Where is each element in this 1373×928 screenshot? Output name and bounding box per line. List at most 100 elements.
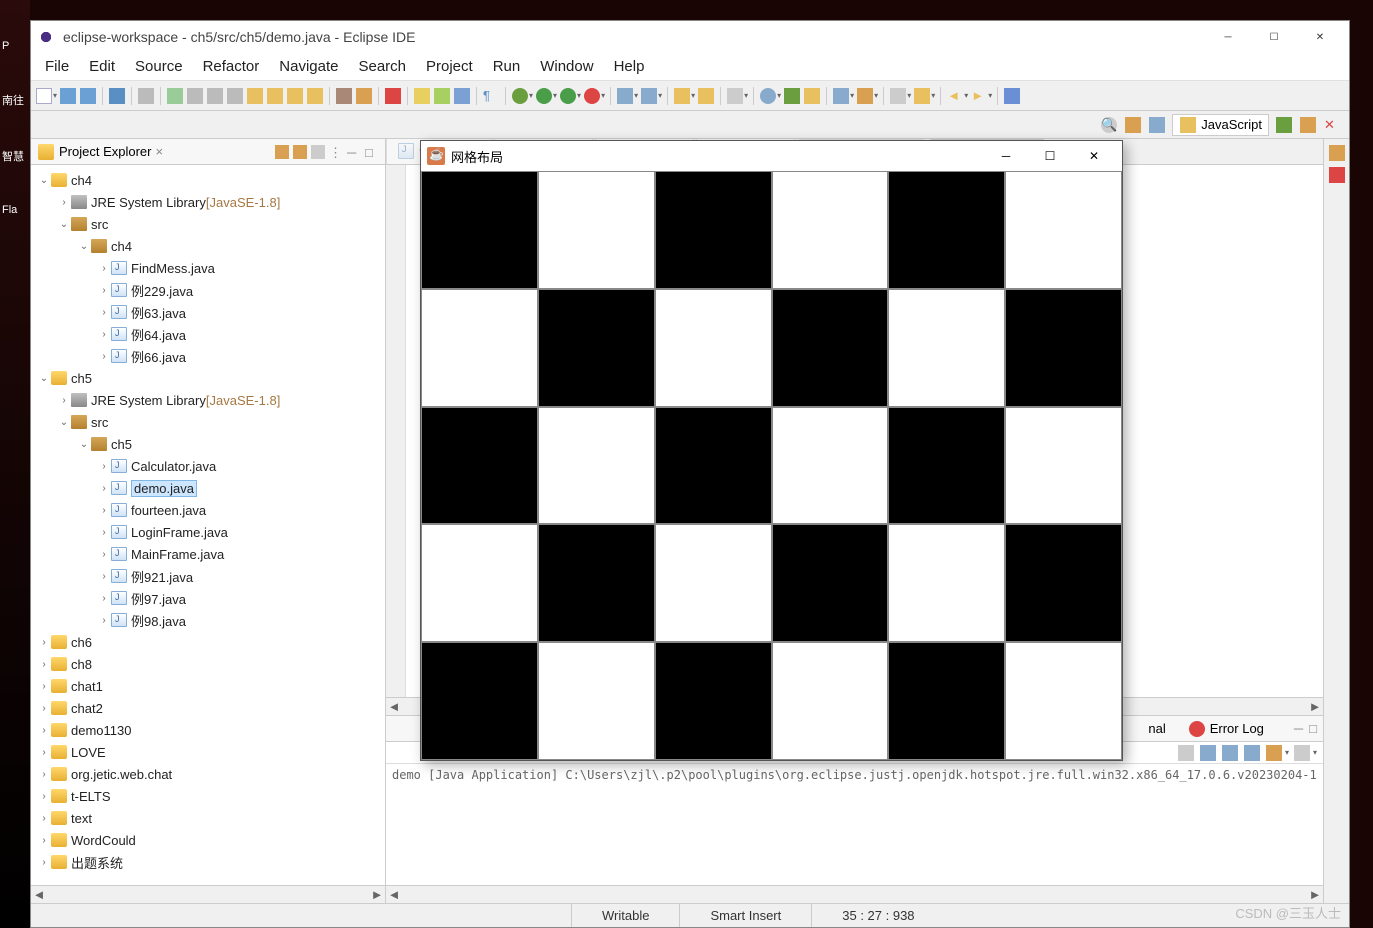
git-perspective-icon[interactable] bbox=[1300, 117, 1316, 133]
menu-navigate[interactable]: Navigate bbox=[271, 54, 346, 79]
twisty-icon[interactable]: › bbox=[97, 329, 111, 340]
menu-run[interactable]: Run bbox=[485, 54, 529, 79]
scroll-left-icon[interactable]: ◄ bbox=[31, 887, 47, 902]
tree-node[interactable]: ⌄ch4 bbox=[31, 169, 385, 191]
twisty-icon[interactable]: › bbox=[37, 791, 51, 802]
scroll-right-icon[interactable]: ► bbox=[1307, 887, 1323, 902]
tree-node[interactable]: ›Calculator.java bbox=[31, 455, 385, 477]
terminal-icon[interactable] bbox=[109, 88, 125, 104]
close-perspective-icon[interactable]: ✕ bbox=[1324, 117, 1340, 133]
twisty-icon[interactable]: › bbox=[37, 725, 51, 736]
scroll-left-icon[interactable]: ◄ bbox=[386, 887, 402, 902]
menu-file[interactable]: File bbox=[37, 54, 77, 79]
tree-node[interactable]: ›例64.java bbox=[31, 323, 385, 345]
title-bar[interactable]: eclipse-workspace - ch5/src/ch5/demo.jav… bbox=[31, 21, 1349, 53]
paragraph-icon[interactable]: ¶ bbox=[483, 88, 499, 104]
twisty-icon[interactable]: ⌄ bbox=[57, 219, 71, 230]
tree-node[interactable]: ›出题系统 bbox=[31, 851, 385, 873]
web-icon[interactable] bbox=[760, 88, 776, 104]
twisty-icon[interactable]: › bbox=[97, 505, 111, 516]
step-return-icon[interactable] bbox=[287, 88, 303, 104]
twisty-icon[interactable]: ⌄ bbox=[77, 439, 91, 450]
open-type-icon[interactable] bbox=[674, 88, 690, 104]
save-all-icon[interactable] bbox=[80, 88, 96, 104]
tree-node[interactable]: ›text bbox=[31, 807, 385, 829]
bookmark-icon[interactable] bbox=[914, 88, 930, 104]
twisty-icon[interactable]: › bbox=[97, 461, 111, 472]
twisty-icon[interactable]: › bbox=[97, 549, 111, 560]
tree-node[interactable]: ⌄ch4 bbox=[31, 235, 385, 257]
twisty-icon[interactable]: › bbox=[97, 307, 111, 318]
open-task-icon[interactable] bbox=[698, 88, 714, 104]
close-button[interactable]: ✕ bbox=[1297, 22, 1343, 52]
search-global-icon[interactable]: 🔍 bbox=[1101, 117, 1117, 133]
link-icon[interactable] bbox=[804, 88, 820, 104]
menu-source[interactable]: Source bbox=[127, 54, 191, 79]
outline-view-icon[interactable] bbox=[1329, 145, 1345, 161]
tree-node[interactable]: ›例229.java bbox=[31, 279, 385, 301]
scroll-left-icon[interactable]: ◄ bbox=[386, 699, 402, 714]
tree-node[interactable]: ›LoginFrame.java bbox=[31, 521, 385, 543]
back-icon[interactable]: ◄ bbox=[947, 88, 963, 104]
pin-icon[interactable] bbox=[1004, 88, 1020, 104]
tree-node[interactable]: ›demo1130 bbox=[31, 719, 385, 741]
wand-icon[interactable] bbox=[414, 88, 430, 104]
menu-refactor[interactable]: Refactor bbox=[195, 54, 268, 79]
task-repo-icon[interactable] bbox=[833, 88, 849, 104]
view-menu-icon[interactable]: ⋮ bbox=[329, 145, 343, 159]
console-open-icon[interactable] bbox=[1266, 745, 1282, 761]
maximize-button[interactable]: ☐ bbox=[1251, 22, 1297, 52]
tree-node[interactable]: ›例98.java bbox=[31, 609, 385, 631]
console-output[interactable]: demo [Java Application] C:\Users\zjl\.p2… bbox=[386, 764, 1323, 885]
twisty-icon[interactable]: ⌄ bbox=[37, 175, 51, 186]
tree-node[interactable]: ›chat2 bbox=[31, 697, 385, 719]
search-icon[interactable] bbox=[727, 88, 743, 104]
scroll-right-icon[interactable]: ► bbox=[1307, 699, 1323, 714]
java-perspective-icon[interactable] bbox=[1149, 117, 1165, 133]
refresh-icon[interactable] bbox=[784, 88, 800, 104]
java-minimize-button[interactable]: ─ bbox=[984, 142, 1028, 170]
sort-icon[interactable] bbox=[890, 88, 906, 104]
tree-node[interactable]: ›org.jetic.web.chat bbox=[31, 763, 385, 785]
save-icon[interactable] bbox=[60, 88, 76, 104]
run-icon[interactable] bbox=[536, 88, 552, 104]
maximize-view-icon[interactable]: □ bbox=[365, 145, 379, 159]
tree-node[interactable]: ⌄ch5 bbox=[31, 367, 385, 389]
twisty-icon[interactable]: › bbox=[57, 395, 71, 406]
menu-project[interactable]: Project bbox=[418, 54, 481, 79]
filter-icon[interactable] bbox=[311, 145, 325, 159]
console-display-icon[interactable] bbox=[1244, 745, 1260, 761]
console-clear-icon[interactable] bbox=[1222, 745, 1238, 761]
twisty-icon[interactable]: › bbox=[97, 527, 111, 538]
menu-edit[interactable]: Edit bbox=[81, 54, 123, 79]
twisty-icon[interactable]: › bbox=[37, 681, 51, 692]
ext-tools-icon[interactable] bbox=[584, 88, 600, 104]
maximize-console-icon[interactable]: □ bbox=[1309, 721, 1317, 736]
tree-node[interactable]: ›ch6 bbox=[31, 631, 385, 653]
variable-icon[interactable] bbox=[356, 88, 372, 104]
perspective-javascript[interactable]: JavaScript bbox=[1172, 114, 1269, 136]
tree-node[interactable]: ⌄src bbox=[31, 411, 385, 433]
tree-node[interactable]: ›ch8 bbox=[31, 653, 385, 675]
console-pin-icon[interactable] bbox=[1178, 745, 1194, 761]
tree-node[interactable]: ›chat1 bbox=[31, 675, 385, 697]
tree-node[interactable]: ›JRE System Library [JavaSE-1.8] bbox=[31, 389, 385, 411]
java-close-button[interactable]: ✕ bbox=[1072, 142, 1116, 170]
step-into-icon[interactable] bbox=[247, 88, 263, 104]
twisty-icon[interactable]: › bbox=[97, 351, 111, 362]
forward-icon[interactable]: ► bbox=[971, 88, 987, 104]
minimize-console-icon[interactable]: ─ bbox=[1294, 721, 1303, 736]
java-maximize-button[interactable]: ☐ bbox=[1028, 142, 1072, 170]
tree-node[interactable]: ›FindMess.java bbox=[31, 257, 385, 279]
menu-help[interactable]: Help bbox=[606, 54, 653, 79]
minimap-red-icon[interactable] bbox=[1329, 167, 1345, 183]
minimize-view-icon[interactable]: ─ bbox=[347, 145, 361, 159]
sync-icon[interactable] bbox=[454, 88, 470, 104]
twisty-icon[interactable]: ⌄ bbox=[37, 373, 51, 384]
explorer-scrollbar[interactable]: ◄ ► bbox=[31, 885, 385, 903]
tree-node[interactable]: ›t-ELTS bbox=[31, 785, 385, 807]
menu-search[interactable]: Search bbox=[350, 54, 414, 79]
twisty-icon[interactable]: › bbox=[97, 615, 111, 626]
tree-node[interactable]: ⌄ch5 bbox=[31, 433, 385, 455]
java-window-titlebar[interactable]: 网格布局 ─ ☐ ✕ bbox=[421, 141, 1122, 171]
